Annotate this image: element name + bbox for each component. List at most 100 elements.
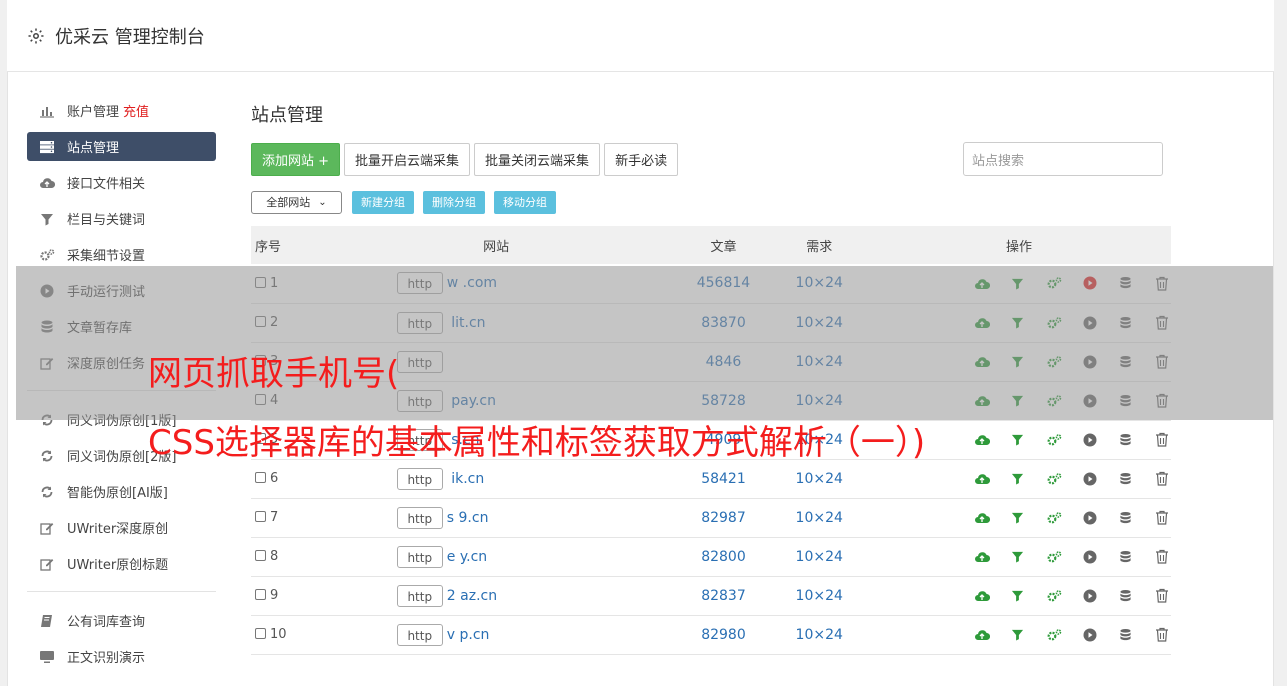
sidebar-item[interactable]: 正文识别演示 [27,642,216,671]
sidebar-item-label: UWriter原创标题 [67,558,169,573]
sidebar-divider [27,591,216,592]
database-icon[interactable] [1117,509,1135,527]
sidebar-item[interactable]: 站点管理 [27,132,216,161]
batch-open-cloud-button[interactable]: 批量开启云端采集 [344,142,471,176]
sidebar-item[interactable]: UWriter原创标题 [27,549,216,578]
sidebar-item[interactable]: UWriter深度原创 [27,513,216,542]
cloud-upload-icon [39,175,55,191]
batch-close-cloud-button[interactable]: 批量关闭云端采集 [474,142,601,176]
demand-value[interactable]: 10×24 [771,576,867,616]
add-site-button[interactable]: 添加网站 + [251,142,341,176]
play-circle-icon[interactable] [1081,587,1099,605]
site-cell: http e y.cn [316,537,676,577]
cogs-icon[interactable] [1045,509,1063,527]
sidebar-item[interactable]: 接口文件相关 [27,168,216,197]
article-count[interactable]: 58421 [675,459,772,499]
group-select[interactable]: 全部网站 ⌄ [251,190,342,214]
row-checkbox[interactable] [255,550,266,561]
cogs-icon[interactable] [1045,626,1063,644]
play-circle-icon[interactable] [1081,626,1099,644]
sidebar-item-label: 接口文件相关 [67,177,146,192]
new-group-button[interactable]: 新建分组 [352,190,414,214]
overlay-title-line1: 网页抓取手机号( [148,354,400,394]
filter-icon[interactable] [1009,626,1027,644]
group-toolbar: 全部网站 ⌄ 新建分组 删除分组 移动分组 [251,190,1171,214]
site-search-input[interactable]: 站点搜索 [963,142,1163,176]
header-demand: 需求 [771,226,867,264]
delete-group-button[interactable]: 删除分组 [423,190,485,214]
trash-icon[interactable] [1153,548,1171,566]
filter-icon[interactable] [1009,548,1027,566]
cloud-upload-icon[interactable] [973,509,991,527]
site-domain-link[interactable]: v p.cn [447,627,490,643]
article-count[interactable]: 82800 [675,537,772,577]
gear-icon[interactable] [27,27,45,45]
article-count[interactable]: 82980 [675,615,772,655]
row-number-cell: 8 [251,537,317,577]
trash-icon[interactable] [1153,470,1171,488]
row-checkbox[interactable] [255,511,266,522]
cloud-upload-icon[interactable] [973,548,991,566]
cloud-upload-icon[interactable] [973,470,991,488]
sidebar-item[interactable]: 公有词库查询 [27,606,216,635]
row-checkbox[interactable] [255,472,266,483]
sidebar-item-label: 站点管理 [67,141,120,156]
edit-icon [39,556,55,572]
cogs-icon[interactable] [1045,587,1063,605]
guide-button[interactable]: 新手必读 [604,142,679,176]
ops-cell [866,498,1171,538]
database-icon[interactable] [1117,470,1135,488]
row-number-cell: 7 [251,498,317,538]
server-icon [39,139,55,155]
database-icon[interactable] [1117,548,1135,566]
play-circle-icon[interactable] [1081,470,1099,488]
database-icon[interactable] [1117,587,1135,605]
play-circle-icon[interactable] [1081,548,1099,566]
filter-icon[interactable] [1009,431,1027,449]
trash-icon[interactable] [1153,626,1171,644]
trash-icon[interactable] [1153,587,1171,605]
filter-icon[interactable] [1009,587,1027,605]
sidebar-item[interactable]: 智能伪原创[AI版] [27,477,216,506]
protocol-badge: http [396,545,443,568]
demand-value[interactable]: 10×24 [771,459,867,499]
cogs-icon[interactable] [1045,470,1063,488]
row-checkbox[interactable] [255,628,266,639]
sidebar-item[interactable]: 账户管理 充值 [27,96,216,125]
sidebar-item-label: 账户管理 [67,105,120,120]
cloud-upload-icon[interactable] [973,431,991,449]
cogs-icon[interactable] [1045,548,1063,566]
article-count[interactable]: 82837 [675,576,772,616]
filter-icon[interactable] [1009,470,1027,488]
site-domain-link[interactable]: s 9.cn [447,510,489,526]
database-icon[interactable] [1117,431,1135,449]
top-bar: 优采云 管理控制台 [7,0,1274,72]
site-domain-link[interactable]: ik.cn [447,471,484,487]
filter-icon[interactable] [1009,509,1027,527]
cloud-upload-icon[interactable] [973,587,991,605]
move-group-button[interactable]: 移动分组 [494,190,556,214]
watermark-overlay [16,266,1273,420]
trash-icon[interactable] [1153,431,1171,449]
row-checkbox[interactable] [255,589,266,600]
demand-value[interactable]: 10×24 [771,498,867,538]
demand-value[interactable]: 10×24 [771,537,867,577]
row-number: 8 [270,549,279,564]
article-count[interactable]: 82987 [675,498,772,538]
cogs-icon[interactable] [1045,431,1063,449]
refresh-icon [39,484,55,500]
sidebar-item-label: 采集细节设置 [67,249,146,264]
recharge-link[interactable]: 充值 [123,101,149,120]
play-circle-icon[interactable] [1081,431,1099,449]
site-domain-link[interactable]: 2 az.cn [447,588,497,604]
site-domain-link[interactable]: e y.cn [447,549,487,565]
sidebar-item[interactable]: 采集细节设置 [27,240,216,269]
site-cell: http ik.cn [316,459,676,499]
cloud-upload-icon[interactable] [973,626,991,644]
play-circle-icon[interactable] [1081,509,1099,527]
demand-value[interactable]: 10×24 [771,615,867,655]
sidebar-item[interactable]: 栏目与关键词 [27,204,216,233]
bar-chart-icon [39,103,55,119]
trash-icon[interactable] [1153,509,1171,527]
database-icon[interactable] [1117,626,1135,644]
